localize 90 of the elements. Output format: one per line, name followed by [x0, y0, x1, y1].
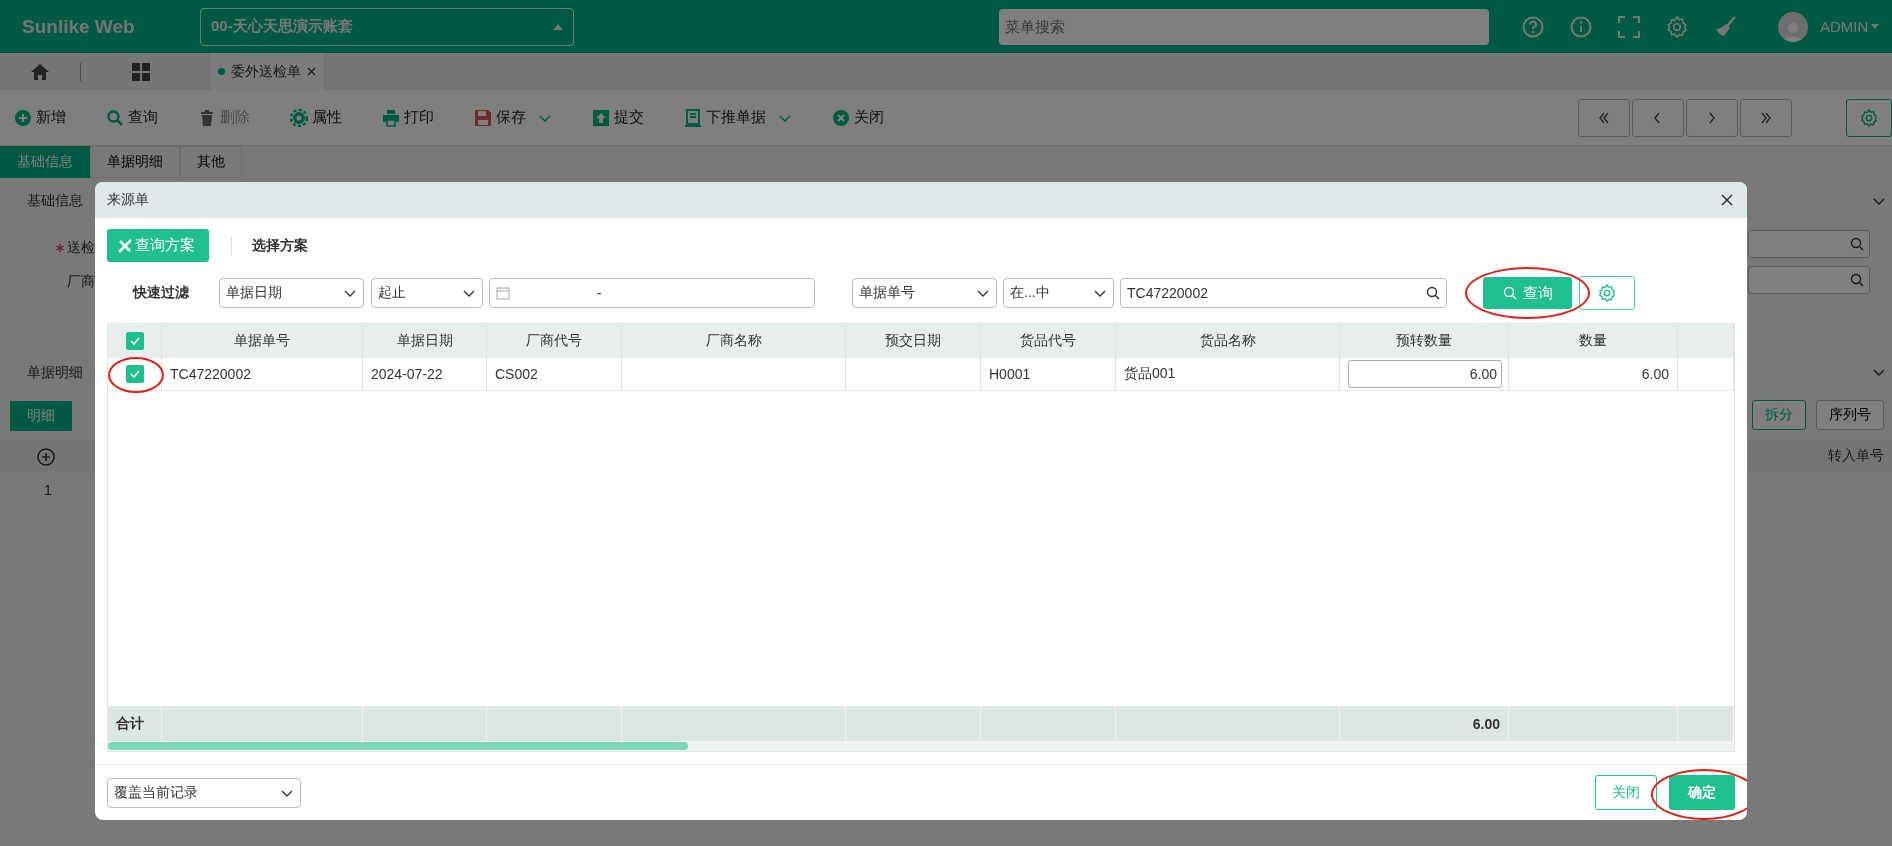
action-button[interactable]: 序列号 [1816, 400, 1884, 430]
search-icon [1502, 286, 1517, 300]
select-all-checkbox[interactable] [125, 332, 144, 350]
gear-icon [1860, 108, 1878, 127]
add-row-icon[interactable] [37, 448, 55, 466]
field-label: 送检 [67, 239, 95, 257]
column-header: 单据日期 [363, 324, 487, 358]
toolbar-button[interactable]: 关闭 [832, 108, 884, 127]
info-icon[interactable] [1570, 15, 1592, 38]
column-header: 转入单号 [1828, 447, 1884, 465]
upload-icon [592, 108, 610, 127]
filter-label: 快速过滤 [131, 284, 190, 302]
document-icon [684, 108, 702, 127]
text-field[interactable] [1748, 230, 1870, 258]
settings-button[interactable] [1579, 276, 1635, 310]
field-label: 厂商 [67, 273, 95, 291]
avatar-icon[interactable] [1778, 11, 1808, 42]
next-button[interactable] [1686, 98, 1738, 137]
settings-button[interactable] [1846, 98, 1892, 137]
trash-icon [198, 108, 216, 127]
gear-icon [1666, 15, 1688, 38]
toolbar-button[interactable]: 打印 [382, 108, 434, 127]
close-icon [832, 108, 850, 127]
row-number: 1 [44, 482, 52, 498]
toolbar-button[interactable]: 属性 [290, 108, 342, 127]
column-header: 数量 [1509, 324, 1678, 358]
dialog-title: 来源单 [107, 191, 149, 209]
grid-icon[interactable] [132, 62, 150, 81]
column-header: 单据单号 [162, 324, 363, 358]
date-range-field[interactable]: - [489, 278, 815, 308]
printer-icon [382, 108, 400, 127]
column-header: 厂商名称 [622, 324, 846, 358]
column-header: 货品名称 [1116, 324, 1340, 358]
last-page-button[interactable] [1740, 98, 1792, 137]
filter-select[interactable]: 单据日期 [219, 278, 364, 308]
section-title: 单据明细 [27, 364, 83, 382]
select-scheme-link[interactable]: 选择方案 [231, 236, 308, 255]
table-cell: CS002 [487, 358, 622, 390]
close-button[interactable]: 关闭 [1595, 775, 1657, 810]
search-field[interactable]: TC47220002 [1120, 278, 1447, 308]
toolbar-button[interactable]: 下推单据 [684, 108, 792, 127]
gear-icon [1598, 284, 1616, 302]
fullscreen-icon[interactable] [1618, 15, 1640, 38]
filter-select[interactable]: 单据单号 [852, 278, 997, 308]
toolbar-button[interactable]: 查询 [106, 108, 158, 127]
home-icon[interactable] [31, 63, 49, 80]
filter-select[interactable]: 起止 [371, 278, 483, 308]
caret-icon [1871, 24, 1880, 29]
filter-select[interactable]: 在...中 [1003, 278, 1114, 308]
toolbar-button[interactable]: 提交 [592, 108, 644, 127]
search-icon [1850, 237, 1864, 251]
table-cell: 货品001 [1116, 358, 1340, 390]
search-icon [1850, 273, 1864, 287]
status-dot [218, 68, 225, 75]
section-title: 基础信息 [27, 192, 83, 210]
table-cell: H0001 [981, 358, 1116, 390]
text-field[interactable] [1748, 266, 1870, 294]
table-cell: 2024-07-22 [363, 358, 487, 390]
toolbar-button[interactable]: 新增 [14, 108, 66, 127]
form-tab[interactable]: 单据明细 [90, 146, 180, 178]
column-header: 预转数量 [1340, 324, 1509, 358]
broom-icon[interactable] [1714, 15, 1738, 38]
app-logo: Sunlike Web [21, 15, 136, 38]
first-page-button[interactable] [1578, 98, 1630, 137]
scrollbar-thumb[interactable] [108, 742, 688, 750]
add-icon [14, 108, 32, 127]
form-tab[interactable]: 其他 [180, 146, 242, 178]
mode-select[interactable]: 覆盖当前记录 [107, 777, 301, 808]
floppy-icon [474, 108, 492, 127]
row-checkbox[interactable] [125, 365, 144, 383]
check-icon [129, 370, 140, 378]
column-header: 货品代号 [981, 324, 1116, 358]
previous-button[interactable] [1632, 98, 1684, 137]
search-icon [1426, 286, 1440, 300]
gear-icon [290, 108, 308, 127]
page-tab[interactable]: 委外送检单 [209, 53, 325, 90]
caret-icon [553, 23, 563, 30]
toolbar-button[interactable]: 保存 [474, 108, 552, 127]
menu-search-field[interactable]: 菜单搜索 [999, 8, 1489, 45]
quantity-field[interactable]: 6.00 [1348, 360, 1502, 388]
help-icon[interactable] [1522, 15, 1544, 38]
column-header: 厂商代号 [487, 324, 622, 358]
column-header: 预交日期 [846, 324, 981, 358]
search-icon [106, 108, 124, 127]
check-icon [129, 337, 140, 345]
close-icon[interactable] [307, 67, 316, 76]
table-cell: 6.00 [1509, 358, 1678, 390]
table-cell: TC47220002 [162, 358, 363, 390]
close-icon[interactable] [1721, 194, 1733, 206]
calendar-icon [496, 286, 510, 300]
